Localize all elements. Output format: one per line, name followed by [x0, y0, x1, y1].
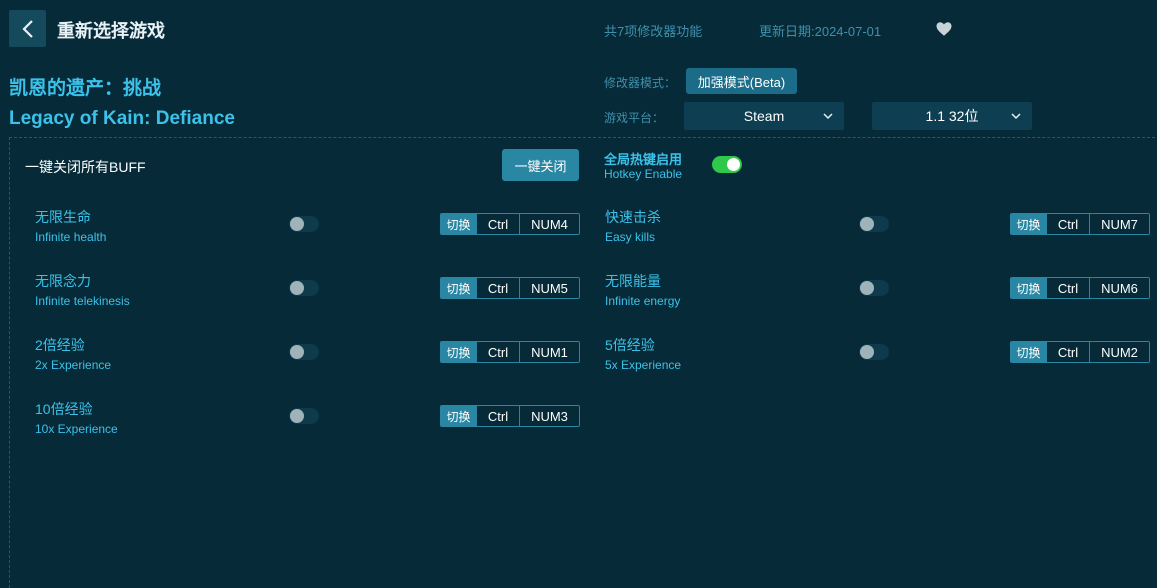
- option-item: 2倍经验 2x Experience: [35, 335, 111, 372]
- hotkey-modifier: Ctrl: [476, 406, 519, 426]
- option-label-en: Infinite energy: [605, 294, 681, 308]
- game-title-en: Legacy of Kain: Defiance: [9, 108, 235, 129]
- chevron-left-icon: [21, 19, 33, 38]
- option-item: 无限生命 Infinite health: [35, 207, 106, 244]
- platform-label: 游戏平台：: [604, 111, 665, 125]
- heart-icon[interactable]: [935, 20, 953, 38]
- option-toggle[interactable]: [289, 408, 319, 424]
- hotkey-switch-tag: 切换: [441, 406, 476, 426]
- hotkey-group[interactable]: 切换 Ctrl NUM4: [440, 213, 580, 235]
- hotkey-modifier: Ctrl: [476, 278, 519, 298]
- hotkey-modifier: Ctrl: [1046, 342, 1089, 362]
- option-label-cn: 无限能量: [605, 273, 661, 289]
- option-label-en: Infinite telekinesis: [35, 294, 130, 308]
- version-value: 1.1 32位: [925, 108, 979, 124]
- option-label-cn: 无限生命: [35, 209, 91, 225]
- option-toggle[interactable]: [289, 280, 319, 296]
- hotkey-modifier: Ctrl: [1046, 214, 1089, 234]
- option-item: 快速击杀 Easy kills: [605, 207, 661, 244]
- toggle-knob: [290, 345, 304, 359]
- version-select[interactable]: 1.1 32位: [872, 102, 1032, 130]
- hotkey-key: NUM7: [1089, 214, 1149, 234]
- toggle-knob: [290, 281, 304, 295]
- hotkey-group[interactable]: 切换 Ctrl NUM1: [440, 341, 580, 363]
- toggle-knob: [860, 345, 874, 359]
- option-label-cn: 2倍经验: [35, 337, 85, 353]
- option-toggle[interactable]: [859, 280, 889, 296]
- option-item: 5倍经验 5x Experience: [605, 335, 681, 372]
- option-label-cn: 5倍经验: [605, 337, 655, 353]
- hotkey-switch-tag: 切换: [441, 278, 476, 298]
- hotkey-toggle[interactable]: [712, 156, 742, 173]
- option-toggle[interactable]: [859, 344, 889, 360]
- hotkey-key: NUM1: [519, 342, 579, 362]
- toggle-knob: [290, 409, 304, 423]
- platform-select[interactable]: Steam: [684, 102, 844, 130]
- hotkey-key: NUM5: [519, 278, 579, 298]
- toggle-knob: [290, 217, 304, 231]
- hotkey-group[interactable]: 切换 Ctrl NUM6: [1010, 277, 1150, 299]
- option-toggle[interactable]: [859, 216, 889, 232]
- option-label-en: 5x Experience: [605, 358, 682, 372]
- chevron-down-icon: [1011, 113, 1021, 120]
- options-panel: [9, 137, 1157, 588]
- update-date: 更新日期:2024-07-01: [759, 24, 882, 39]
- option-label-cn: 快速击杀: [605, 209, 661, 225]
- hotkey-group[interactable]: 切换 Ctrl NUM3: [440, 405, 580, 427]
- hotkey-label-en: Hotkey Enable: [604, 167, 683, 181]
- hotkey-key: NUM3: [519, 406, 579, 426]
- platform-value: Steam: [743, 108, 785, 124]
- option-item: 无限能量 Infinite energy: [605, 271, 680, 308]
- hotkey-label-cn: 全局热键启用: [604, 152, 683, 167]
- hotkey-switch-tag: 切换: [1011, 278, 1046, 298]
- mode-button[interactable]: 加强模式(Beta): [686, 68, 797, 94]
- page-title: 重新选择游戏: [57, 21, 165, 41]
- option-toggle[interactable]: [289, 216, 319, 232]
- hotkey-group[interactable]: 切换 Ctrl NUM5: [440, 277, 580, 299]
- option-item: 10倍经验 10x Experience: [35, 399, 118, 436]
- hotkey-group[interactable]: 切换 Ctrl NUM7: [1010, 213, 1150, 235]
- toggle-knob: [860, 281, 874, 295]
- hotkey-switch-tag: 切换: [441, 214, 476, 234]
- option-label-en: 10x Experience: [35, 422, 118, 436]
- hotkey-modifier: Ctrl: [476, 214, 519, 234]
- toggle-knob: [860, 217, 874, 231]
- option-toggle[interactable]: [289, 344, 319, 360]
- game-title-cn: 凯恩的遗产：挑战: [9, 78, 162, 99]
- hotkey-switch-tag: 切换: [441, 342, 476, 362]
- hotkey-key: NUM4: [519, 214, 579, 234]
- toggle-knob: [727, 158, 740, 171]
- hotkey-switch-tag: 切换: [1011, 214, 1046, 234]
- hotkey-switch-tag: 切换: [1011, 342, 1046, 362]
- feature-count: 共7项修改器功能: [604, 24, 703, 39]
- option-label-cn: 无限念力: [35, 273, 91, 289]
- back-button[interactable]: [9, 10, 46, 47]
- hotkey-group[interactable]: 切换 Ctrl NUM2: [1010, 341, 1150, 363]
- option-label-en: Easy kills: [605, 230, 656, 244]
- option-label-en: 2x Experience: [35, 358, 112, 372]
- hotkey-modifier: Ctrl: [476, 342, 519, 362]
- option-label-en: Infinite health: [35, 230, 107, 244]
- chevron-down-icon: [823, 113, 833, 120]
- hotkey-key: NUM2: [1089, 342, 1149, 362]
- hotkey-key: NUM6: [1089, 278, 1149, 298]
- option-label-cn: 10倍经验: [35, 401, 93, 417]
- hotkey-modifier: Ctrl: [1046, 278, 1089, 298]
- close-all-button[interactable]: 一键关闭: [502, 149, 579, 181]
- option-item: 无限念力 Infinite telekinesis: [35, 271, 130, 308]
- mode-label: 修改器模式：: [604, 76, 677, 90]
- close-all-label: 一键关闭所有BUFF: [25, 159, 146, 175]
